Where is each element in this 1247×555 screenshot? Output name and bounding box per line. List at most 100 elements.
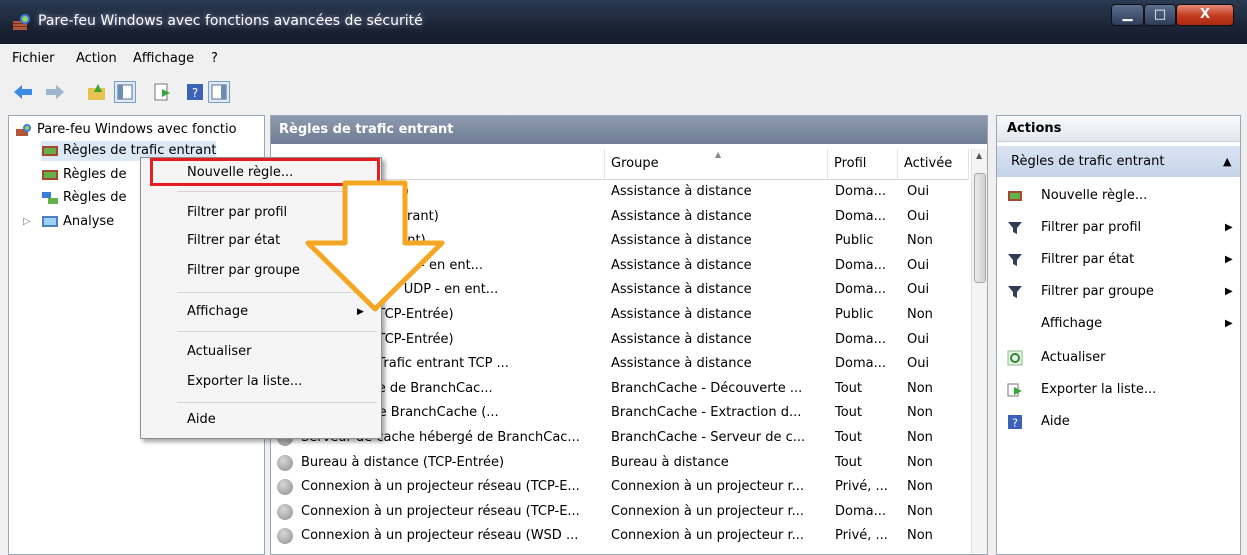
cell-profile: Tout (835, 380, 863, 396)
cell-enabled: Non (907, 233, 933, 249)
action-label: Nouvelle règle... (1041, 188, 1148, 203)
cell-enabled: Non (907, 503, 933, 519)
column-enabled[interactable]: Activée (898, 149, 969, 179)
table-row[interactable]: Connexion à un projecteur réseau (TCP-E.… (271, 500, 969, 524)
cell-profile: Tout (835, 430, 863, 445)
action-new-rule[interactable]: Nouvelle règle... (997, 180, 1240, 212)
firewall-window: Pare-feu Windows avec fonctions avancées… (0, 0, 1247, 555)
tree-item-analysis[interactable]: ▷ Analyse (23, 212, 114, 232)
show-action-pane-icon[interactable] (208, 81, 230, 103)
show-tree-icon[interactable] (114, 81, 136, 103)
export-icon[interactable] (152, 81, 174, 103)
action-filter-profile[interactable]: Filtrer par profil ▶ (997, 212, 1240, 244)
action-label: Filtrer par profil (1041, 220, 1142, 235)
cell-enabled: Non (907, 405, 933, 421)
context-refresh[interactable]: Actualiser (187, 344, 251, 359)
tree-item-label: Règles de (63, 190, 127, 205)
context-filter-group[interactable]: Filtrer par groupe (187, 263, 300, 278)
cell-group: Assistance à distance (611, 184, 752, 199)
firewall-app-icon (13, 14, 30, 30)
action-view[interactable]: Affichage ▶ (997, 308, 1240, 340)
action-label: Filtrer par état (1041, 252, 1135, 267)
back-arrow-icon[interactable] (12, 81, 34, 103)
export-icon (1007, 383, 1022, 397)
tree-item-root[interactable]: Pare-feu Windows avec fonctio (15, 120, 237, 140)
refresh-icon (1007, 350, 1023, 366)
rule-disabled-icon (277, 528, 293, 545)
table-row[interactable]: Connexion à un projecteur réseau (TCP-E.… (271, 475, 969, 499)
submenu-arrow-icon: ▶ (1225, 286, 1233, 297)
cell-profile: Doma... (835, 282, 886, 298)
context-filter-state[interactable]: Filtrer par état (187, 233, 280, 248)
cell-profile: Doma... (835, 356, 886, 372)
action-export-list[interactable]: Exporter la liste... (997, 374, 1240, 406)
cell-group: Assistance à distance (611, 356, 752, 372)
menu-fichier[interactable]: Fichier (12, 51, 55, 66)
cell-group: Connexion à un projecteur r... (611, 479, 805, 495)
toolbar: ? (0, 73, 1247, 109)
title-bar: Pare-feu Windows avec fonctions avancées… (0, 0, 1247, 44)
context-help[interactable]: Aide (187, 412, 216, 427)
rule-disabled-icon (277, 479, 293, 496)
outbound-rules-icon (42, 170, 58, 180)
close-button[interactable]: X (1176, 4, 1234, 26)
tree-item-connection-security[interactable]: Règles de (41, 188, 126, 208)
firewall-icon (16, 124, 31, 136)
menu-affichage[interactable]: Affichage (133, 51, 194, 66)
up-folder-icon[interactable] (86, 81, 108, 103)
column-profile[interactable]: Profil (828, 149, 898, 179)
action-refresh[interactable]: Actualiser (997, 342, 1240, 374)
action-filter-group[interactable]: Filtrer par groupe ▶ (997, 276, 1240, 308)
window-title: Pare-feu Windows avec fonctions avancées… (38, 13, 423, 29)
vertical-scrollbar[interactable]: ▲ (971, 149, 987, 554)
rule-disabled-icon (277, 454, 293, 471)
cell-group: Assistance à distance (611, 208, 752, 224)
cell-enabled: Oui (907, 184, 930, 199)
submenu-arrow-icon: ▶ (1225, 222, 1233, 233)
cell-group: Assistance à distance (611, 331, 752, 347)
cell-profile: Tout (835, 454, 863, 470)
pointer-arrow-icon (305, 180, 445, 312)
expand-triangle-icon[interactable]: ▷ (23, 212, 31, 232)
action-filter-state[interactable]: Filtrer par état ▶ (997, 244, 1240, 276)
cell-name: Connexion à un projecteur réseau (TCP-E.… (301, 503, 580, 519)
minimize-button[interactable]: ▁ (1111, 4, 1144, 26)
submenu-arrow-icon: ▶ (1225, 318, 1233, 329)
filter-icon (1008, 286, 1022, 298)
cell-group: Bureau à distance (611, 454, 729, 470)
context-export-list[interactable]: Exporter la liste... (187, 374, 302, 389)
help-icon[interactable]: ? (184, 81, 206, 103)
menu-help[interactable]: ? (211, 51, 218, 66)
actions-section-header[interactable]: Règles de trafic entrant ▲ (997, 146, 1240, 177)
table-row[interactable]: Bureau à distance (TCP-Entrée) Bureau à d… (271, 451, 969, 475)
cell-group: BranchCache - Découverte ... (611, 380, 803, 396)
sort-ascending-icon: ▲ (715, 150, 722, 159)
context-filter-profile[interactable]: Filtrer par profil (187, 205, 287, 220)
help-icon: ? (1008, 415, 1022, 430)
forward-arrow-icon[interactable] (44, 81, 66, 103)
context-view[interactable]: Affichage (187, 304, 248, 319)
cell-group: Assistance à distance (611, 233, 752, 249)
cell-profile: Public (835, 233, 874, 249)
maximize-button[interactable]: □ (1144, 4, 1176, 26)
cell-profile: Doma... (835, 208, 886, 224)
action-help[interactable]: ? Aide (997, 406, 1240, 438)
menu-action[interactable]: Action (76, 51, 117, 66)
scroll-thumb[interactable] (974, 173, 986, 283)
collapse-arrow-icon[interactable]: ▲ (1223, 146, 1231, 177)
column-group[interactable]: Groupe ▲ (605, 149, 828, 179)
submenu-arrow-icon: ▶ (1225, 254, 1233, 265)
cell-profile: Public (835, 307, 874, 322)
cell-enabled: Oui (907, 331, 930, 347)
table-row[interactable]: Connexion à un projecteur réseau (WSD ..… (271, 524, 969, 548)
cell-name: Connexion à un projecteur réseau (WSD ..… (301, 528, 579, 544)
tree-item-label: Analyse (63, 214, 115, 229)
scroll-up-icon[interactable]: ▲ (976, 151, 982, 160)
filter-icon (1008, 222, 1022, 234)
inbound-rules-icon (42, 146, 58, 156)
cell-profile: Tout (835, 405, 863, 421)
cell-enabled: Oui (907, 257, 930, 273)
cell-enabled: Non (907, 307, 933, 322)
cell-group: Connexion à un projecteur r... (611, 503, 805, 519)
tree-item-outbound-rules[interactable]: Règles de (41, 165, 126, 185)
